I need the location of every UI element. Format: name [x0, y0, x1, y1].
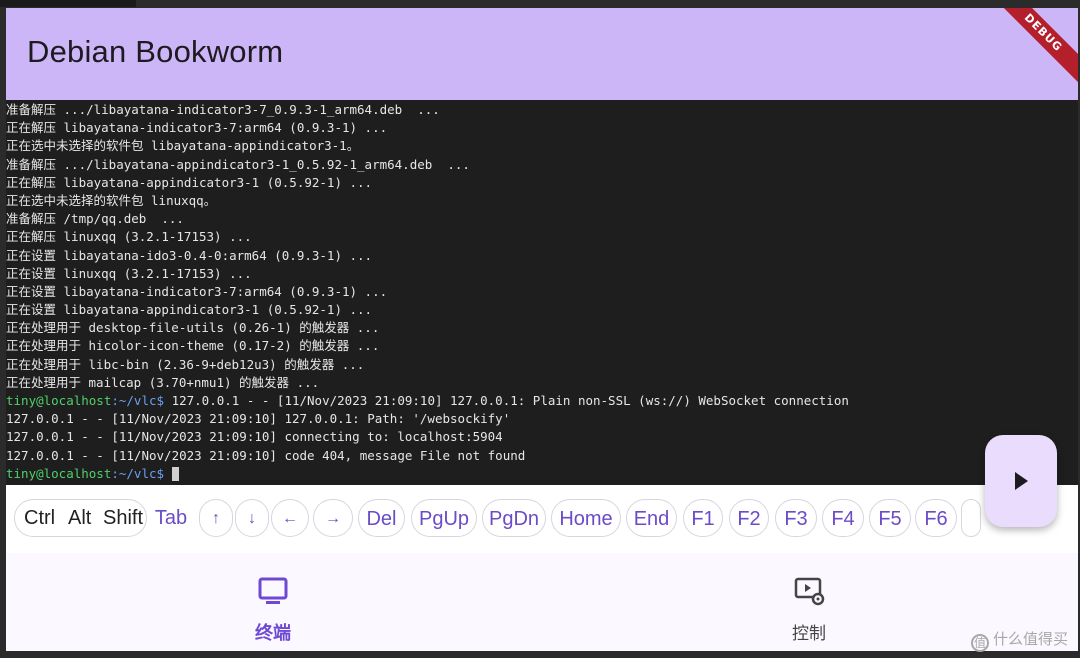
f6-key[interactable]: F6: [915, 499, 957, 537]
arrow-up-key[interactable]: ↑: [199, 499, 233, 537]
f4-key[interactable]: F4: [822, 499, 864, 537]
extra-keys-bar: Ctrl Alt Shift Tab ↑ ↓ ← → Del PgUp PgDn…: [6, 485, 1078, 553]
arrow-down-key[interactable]: ↓: [235, 499, 269, 537]
pgdn-key[interactable]: PgDn: [482, 499, 546, 537]
terminal-line: 正在解压 linuxqq (3.2.1-17153) ...: [6, 229, 252, 245]
terminal-line: 正在处理用于 desktop-file-utils (0.26-1) 的触发器 …: [6, 320, 380, 336]
terminal-line: 正在设置 libayatana-appindicator3-1 (0.5.92-…: [6, 302, 373, 318]
f2-key[interactable]: F2: [729, 499, 769, 537]
del-key[interactable]: Del: [358, 499, 405, 537]
prompt-path: :~/vlc$: [111, 465, 165, 481]
terminal-line: 127.0.0.1 - - [11/Nov/2023 21:09:10] 127…: [6, 411, 511, 427]
play-arrow-icon: [1015, 472, 1028, 490]
nav-item-terminal[interactable]: 终端: [173, 553, 373, 651]
arrow-left-key[interactable]: ←: [271, 499, 309, 537]
nav-label-control: 控制: [792, 624, 826, 644]
home-key[interactable]: Home: [551, 499, 621, 537]
f1-key[interactable]: F1: [683, 499, 723, 537]
terminal-input-line[interactable]: tiny@localhost:~/vlc$: [6, 465, 849, 483]
video-settings-icon: [794, 577, 825, 606]
terminal-line: 正在解压 libayatana-indicator3-7:arm64 (0.9.…: [6, 120, 388, 136]
terminal-line: 127.0.0.1 - - [11/Nov/2023 21:09:10] con…: [6, 429, 503, 445]
terminal-line: 正在设置 libayatana-ido3-0.4-0:arm64 (0.9.3-…: [6, 247, 373, 263]
shift-key[interactable]: Shift: [103, 500, 143, 536]
end-key[interactable]: End: [626, 499, 677, 537]
app-window: Debian Bookworm DEBUG 准备解压 .../libayatan…: [6, 8, 1078, 651]
pgup-key[interactable]: PgUp: [411, 499, 477, 537]
tab-key[interactable]: Tab: [151, 499, 191, 537]
alt-key[interactable]: Alt: [68, 500, 91, 536]
prompt-path: :~/vlc$: [111, 393, 165, 408]
ctrl-key[interactable]: Ctrl: [24, 500, 55, 536]
terminal-line: 正在处理用于 mailcap (3.70+nmu1) 的触发器 ...: [6, 374, 320, 390]
app-title: Debian Bookworm: [27, 34, 284, 69]
prompt-user: tiny@localhost: [6, 465, 112, 481]
debug-banner: DEBUG: [989, 8, 1078, 87]
bottom-navigation: 终端 控制: [6, 553, 1078, 651]
nav-item-control[interactable]: 控制: [709, 553, 909, 651]
terminal-line: 正在设置 libayatana-indicator3-7:arm64 (0.9.…: [6, 283, 388, 299]
terminal-line: 正在设置 linuxqq (3.2.1-17153) ...: [6, 265, 252, 281]
watermark: 值什么值得买: [970, 628, 1068, 652]
f5-key[interactable]: F5: [869, 499, 911, 537]
terminal-line: 正在处理用于 hicolor-icon-theme (0.17-2) 的触发器 …: [6, 338, 380, 354]
terminal-line: 正在选中未选择的软件包 linuxqq。: [6, 192, 217, 208]
window-edge: [0, 0, 136, 7]
terminal-output: 准备解压 .../libayatana-indicator3-7_0.9.3-1…: [6, 101, 849, 483]
terminal-line: 正在处理用于 libc-bin (2.36-9+deb12u3) 的触发器 ..…: [6, 356, 365, 372]
terminal-line: 正在选中未选择的软件包 libayatana-appindicator3-1。: [6, 138, 360, 154]
terminal-line: 正在解压 libayatana-appindicator3-1 (0.5.92-…: [6, 174, 373, 190]
modifier-key-group: Ctrl Alt Shift: [14, 499, 147, 537]
play-fab-button[interactable]: [985, 435, 1057, 527]
terminal-line: 准备解压 .../libayatana-indicator3-7_0.9.3-1…: [6, 102, 440, 117]
app-bar: Debian Bookworm DEBUG: [6, 8, 1078, 100]
next-key-partial[interactable]: [961, 499, 981, 537]
f3-key[interactable]: F3: [775, 499, 817, 537]
prompt-user: tiny@localhost: [6, 393, 112, 408]
arrow-right-key[interactable]: →: [313, 499, 353, 537]
watermark-logo-icon: 值: [970, 634, 989, 652]
watermark-text: 什么值得买: [992, 630, 1068, 648]
monitor-icon: [258, 577, 288, 604]
terminal-line: 准备解压 /tmp/qq.deb ...: [6, 211, 184, 227]
terminal-cursor: [171, 467, 179, 482]
terminal-line: 准备解压 .../libayatana-appindicator3-1_0.5.…: [6, 156, 470, 172]
terminal-view[interactable]: 准备解压 .../libayatana-indicator3-7_0.9.3-1…: [6, 100, 1078, 485]
terminal-line: 127.0.0.1 - - [11/Nov/2023 21:09:10] cod…: [6, 447, 526, 463]
terminal-line-text: 127.0.0.1 - - [11/Nov/2023 21:09:10] 127…: [164, 393, 849, 408]
terminal-prompt-line: tiny@localhost:~/vlc$ 127.0.0.1 - - [11/…: [6, 392, 849, 410]
nav-label-terminal: 终端: [255, 623, 291, 644]
